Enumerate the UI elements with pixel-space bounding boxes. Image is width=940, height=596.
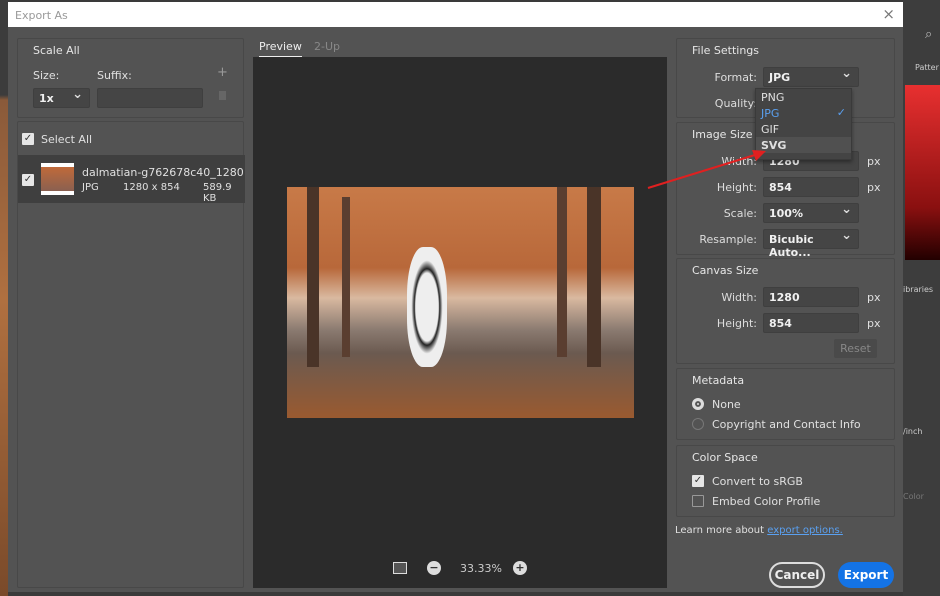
asset-row[interactable]: ✓ dalmatian-g762678c40_1280 JPG 1280 x 8… — [18, 155, 245, 204]
add-scale-icon[interactable]: + — [217, 65, 228, 80]
file-settings-title: File Settings — [692, 44, 760, 57]
metadata-none-label: None — [712, 398, 741, 411]
scale-all-group: Scale All Size: Suffix: + 1x — [17, 38, 244, 118]
color-picker-gradient — [905, 85, 940, 260]
asset-dimensions: 1280 x 854 — [123, 182, 180, 193]
asset-filesize: 589.9 KB — [203, 182, 232, 204]
learn-more-text: Learn more about — [675, 525, 765, 536]
unit-label: px — [867, 291, 881, 304]
annotation-arrow-icon — [647, 150, 766, 189]
suffix-input[interactable] — [97, 88, 203, 108]
asset-name: dalmatian-g762678c40_1280 — [82, 166, 244, 179]
unit-label: px — [867, 181, 881, 194]
format-label: Format: — [714, 71, 757, 84]
preview-image — [287, 187, 634, 418]
unit-label: px — [867, 317, 881, 330]
canvas-width-label: Width: — [721, 291, 757, 304]
format-option-jpg[interactable]: JPG ✓ — [756, 105, 851, 121]
libraries-tab: ibraries — [903, 285, 934, 294]
asset-thumbnail — [41, 163, 74, 195]
convert-srgb-checkbox[interactable]: ✓ — [692, 475, 704, 487]
asset-format: JPG — [82, 182, 99, 193]
learn-more: Learn more about export options. — [675, 525, 843, 536]
dog — [407, 247, 447, 367]
scale-all-title: Scale All — [33, 44, 80, 57]
reset-button[interactable]: Reset — [834, 339, 877, 358]
search-icon: ⌕ — [925, 27, 933, 42]
format-option-gif[interactable]: GIF — [756, 121, 851, 137]
zoom-out-icon[interactable]: − — [427, 561, 441, 575]
size-select[interactable]: 1x — [33, 87, 90, 108]
metadata-copyright-label: Copyright and Contact Info — [712, 418, 861, 431]
canvas-height-label: Height: — [716, 317, 757, 330]
cancel-button[interactable]: Cancel — [769, 562, 825, 588]
trash-icon[interactable] — [219, 91, 226, 100]
close-icon[interactable]: × — [882, 5, 895, 23]
resample-select[interactable]: Bicubic Auto... — [763, 228, 859, 259]
quality-label: Quality: — [714, 97, 757, 110]
metadata-title: Metadata — [692, 374, 745, 387]
format-select[interactable]: JPG — [763, 66, 859, 87]
canvas-size-title: Canvas Size — [692, 264, 759, 277]
dialog-title: Export As — [15, 9, 68, 22]
resample-label: Resample: — [699, 233, 757, 246]
select-all-label: Select All — [41, 133, 93, 146]
embed-profile-label: Embed Color Profile — [712, 495, 821, 508]
suffix-label: Suffix: — [97, 69, 132, 82]
export-options-link[interactable]: export options. — [767, 525, 843, 536]
metadata-none-radio[interactable] — [692, 398, 704, 410]
convert-srgb-label: Convert to sRGB — [712, 475, 803, 488]
embed-profile-checkbox[interactable] — [692, 495, 704, 507]
format-option-png[interactable]: PNG — [756, 89, 851, 105]
assets-panel: ✓ Select All ✓ dalmatian-g762678c40_1280… — [17, 121, 245, 588]
canvas-width-input[interactable]: 1280 — [763, 287, 859, 307]
format-option-jpg-label: JPG — [761, 107, 780, 120]
inch-label: /inch — [903, 427, 923, 436]
canvas-height-input[interactable]: 854 — [763, 313, 859, 333]
title-bar: Export As × — [8, 2, 903, 27]
background-canvas-strip — [0, 0, 8, 596]
tab-preview[interactable]: Preview — [259, 40, 302, 58]
metadata-copyright-radio[interactable] — [692, 418, 704, 430]
zoom-in-icon[interactable]: + — [513, 561, 527, 575]
scale-label: Scale: — [723, 207, 757, 220]
size-label: Size: — [33, 69, 60, 82]
select-all-checkbox[interactable]: ✓ — [22, 133, 34, 145]
checkmark-icon: ✓ — [836, 106, 846, 119]
metadata-group: Metadata None Copyright and Contact Info — [676, 368, 895, 440]
export-button[interactable]: Export — [838, 562, 894, 588]
scale-select[interactable]: 100% — [763, 202, 859, 223]
patterns-tab: Patter — [915, 63, 939, 72]
zoom-level: 33.33% — [460, 562, 502, 575]
asset-checkbox[interactable]: ✓ — [22, 174, 34, 186]
tab-2-up[interactable]: 2-Up — [314, 40, 340, 53]
canvas-size-group: Canvas Size Width: 1280 px Height: 854 p… — [676, 258, 895, 364]
color-space-group: Color Space ✓ Convert to sRGB Embed Colo… — [676, 445, 895, 517]
color-space-title: Color Space — [692, 451, 758, 464]
unit-label: px — [867, 155, 881, 168]
color-label: Color — [903, 492, 924, 501]
fit-to-view-icon[interactable] — [393, 562, 407, 574]
